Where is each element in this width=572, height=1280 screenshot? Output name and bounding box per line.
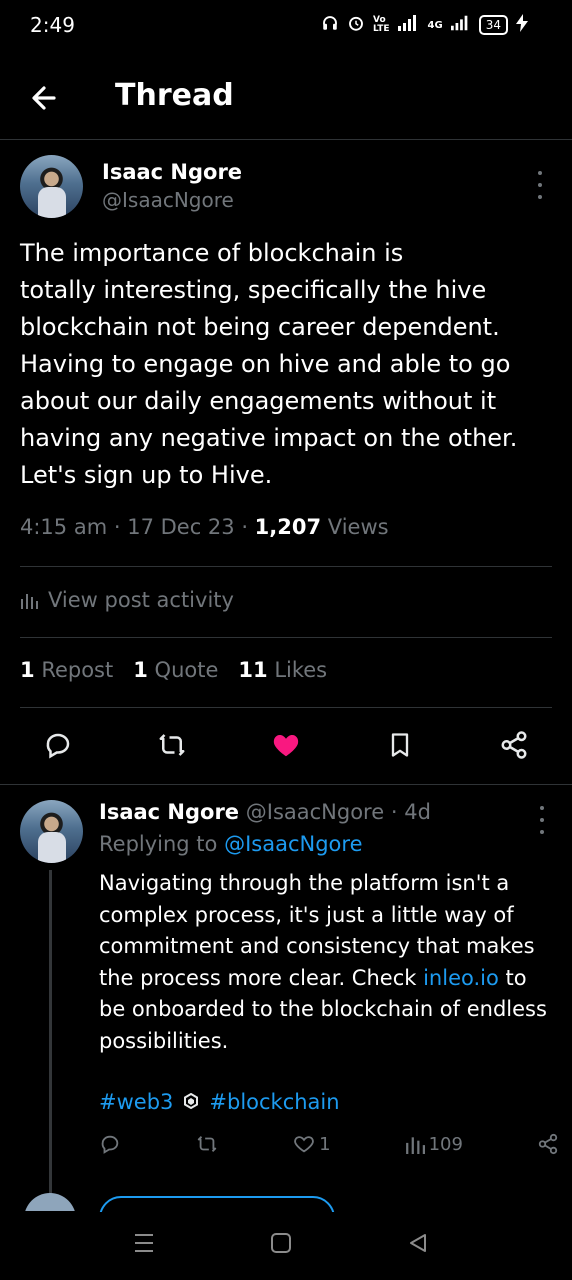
reply-age: 4d: [404, 800, 431, 824]
thread-header: Thread: [0, 60, 572, 140]
inleo-link[interactable]: inleo.io: [423, 966, 499, 990]
signal-icon: [397, 15, 420, 35]
tweet-date: 17 Dec 23: [127, 515, 235, 539]
reply-author-avatar[interactable]: [20, 800, 83, 863]
more-dot-icon: [538, 195, 542, 199]
likes-stat[interactable]: 11 Likes: [238, 658, 327, 682]
reply-like-button[interactable]: 1: [293, 1133, 331, 1155]
reply-tweet[interactable]: Isaac Ngore @IsaacNgore · 4d Replying to…: [20, 800, 558, 1200]
activity-label: View post activity: [48, 588, 234, 612]
author-info: Isaac Ngore @IsaacNgore: [102, 160, 242, 212]
triangle-back-icon: [410, 1234, 426, 1252]
reply-more-options-button[interactable]: [536, 806, 548, 834]
status-time: 2:49: [30, 13, 75, 37]
engagement-stats: 1 Repost 1 Quote 11 Likes: [20, 658, 327, 682]
square-icon: [271, 1233, 291, 1253]
reply-text: Navigating through the platform isn't a …: [99, 871, 547, 1053]
more-dot-icon: [538, 171, 542, 175]
reply-like-count: 1: [319, 1133, 331, 1155]
author-avatar[interactable]: [20, 155, 83, 218]
hashtag-blockchain[interactable]: #blockchain: [209, 1090, 339, 1114]
comment-icon: [101, 1135, 119, 1154]
reply-reply-button[interactable]: [99, 1133, 121, 1155]
more-dot-icon: [538, 183, 542, 187]
reply-share-button[interactable]: [537, 1133, 559, 1155]
share-icon: [538, 1133, 558, 1155]
more-dot-icon: [540, 806, 544, 810]
reply-author-name[interactable]: Isaac Ngore: [99, 800, 239, 824]
reposts-stat[interactable]: 1 Repost: [20, 658, 113, 682]
comment-icon: [46, 733, 70, 759]
back-button[interactable]: [26, 78, 66, 118]
reply-button[interactable]: [38, 725, 78, 765]
page-title: Thread: [115, 78, 234, 113]
headphones-icon: [321, 14, 339, 36]
bookmark-button[interactable]: [380, 725, 420, 765]
reply-view-count: 109: [428, 1133, 463, 1155]
author-handle[interactable]: @IsaacNgore: [102, 188, 242, 212]
repost-icon: [159, 734, 185, 756]
heart-icon: [294, 1136, 314, 1153]
volte-icon: Vo LTE: [373, 15, 390, 34]
reply-views-button[interactable]: 109: [405, 1134, 463, 1155]
author-name[interactable]: Isaac Ngore: [102, 160, 242, 184]
divider: [20, 566, 552, 567]
status-icons: Vo LTE 4G 34: [321, 14, 528, 36]
reply-action-bar: 1 109: [99, 1133, 559, 1155]
tweet-meta: 4:15 am · 17 Dec 23 · 1,207 Views: [20, 515, 389, 539]
hashtag-emoji-icon: [183, 1090, 199, 1114]
reply-repost-button[interactable]: [195, 1133, 219, 1155]
charging-icon: [516, 14, 528, 36]
tweet-text: The importance of blockchain is totally …: [20, 239, 518, 489]
next-reply-avatar[interactable]: [24, 1193, 76, 1211]
alarm-icon: [347, 14, 365, 36]
analytics-icon: [21, 594, 38, 609]
thread-connector-line: [49, 870, 52, 1200]
heart-filled-icon: [273, 735, 299, 757]
menu-lines-icon: [135, 1234, 153, 1252]
status-bar: 2:49 Vo LTE 4G 34: [0, 0, 572, 52]
reply-author-handle[interactable]: @IsaacNgore: [246, 800, 384, 824]
more-dot-icon: [540, 818, 544, 822]
tweet-time: 4:15 am: [20, 515, 108, 539]
reply-header: Isaac Ngore @IsaacNgore · 4d: [99, 800, 431, 824]
repost-button[interactable]: [152, 725, 192, 765]
recent-apps-button[interactable]: [133, 1231, 155, 1259]
view-post-activity-link[interactable]: View post activity: [20, 588, 234, 612]
signal-icon-2: [450, 15, 471, 35]
tweet-action-bar: [20, 725, 552, 769]
replying-to-handle-link[interactable]: @IsaacNgore: [224, 832, 362, 856]
next-reply-button[interactable]: [99, 1196, 335, 1212]
more-options-button[interactable]: [534, 171, 546, 199]
back-nav-button[interactable]: [407, 1231, 429, 1259]
analytics-icon: [405, 1137, 425, 1154]
main-tweet: Isaac Ngore @IsaacNgore The importance o…: [20, 155, 552, 539]
bookmark-icon: [391, 733, 409, 757]
quotes-stat[interactable]: 1 Quote: [133, 658, 218, 682]
hashtag-web3[interactable]: #web3: [99, 1090, 173, 1114]
share-icon: [501, 731, 527, 759]
battery-indicator: 34: [478, 15, 508, 35]
divider: [0, 784, 572, 785]
home-button[interactable]: [270, 1231, 292, 1259]
views-label: Views: [327, 515, 389, 539]
system-navigation-bar: [0, 1213, 572, 1280]
hashtags: #web3 #blockchain: [99, 1090, 340, 1114]
like-button[interactable]: [266, 725, 306, 765]
more-dot-icon: [540, 830, 544, 834]
share-button[interactable]: [494, 725, 534, 765]
views-count: 1,207: [254, 515, 322, 539]
repost-icon: [197, 1136, 217, 1152]
replying-to: Replying to @IsaacNgore: [99, 832, 363, 856]
divider: [20, 707, 552, 708]
divider: [20, 637, 552, 638]
arrow-left-icon: [32, 86, 56, 110]
network-type-label: 4G: [427, 19, 443, 31]
